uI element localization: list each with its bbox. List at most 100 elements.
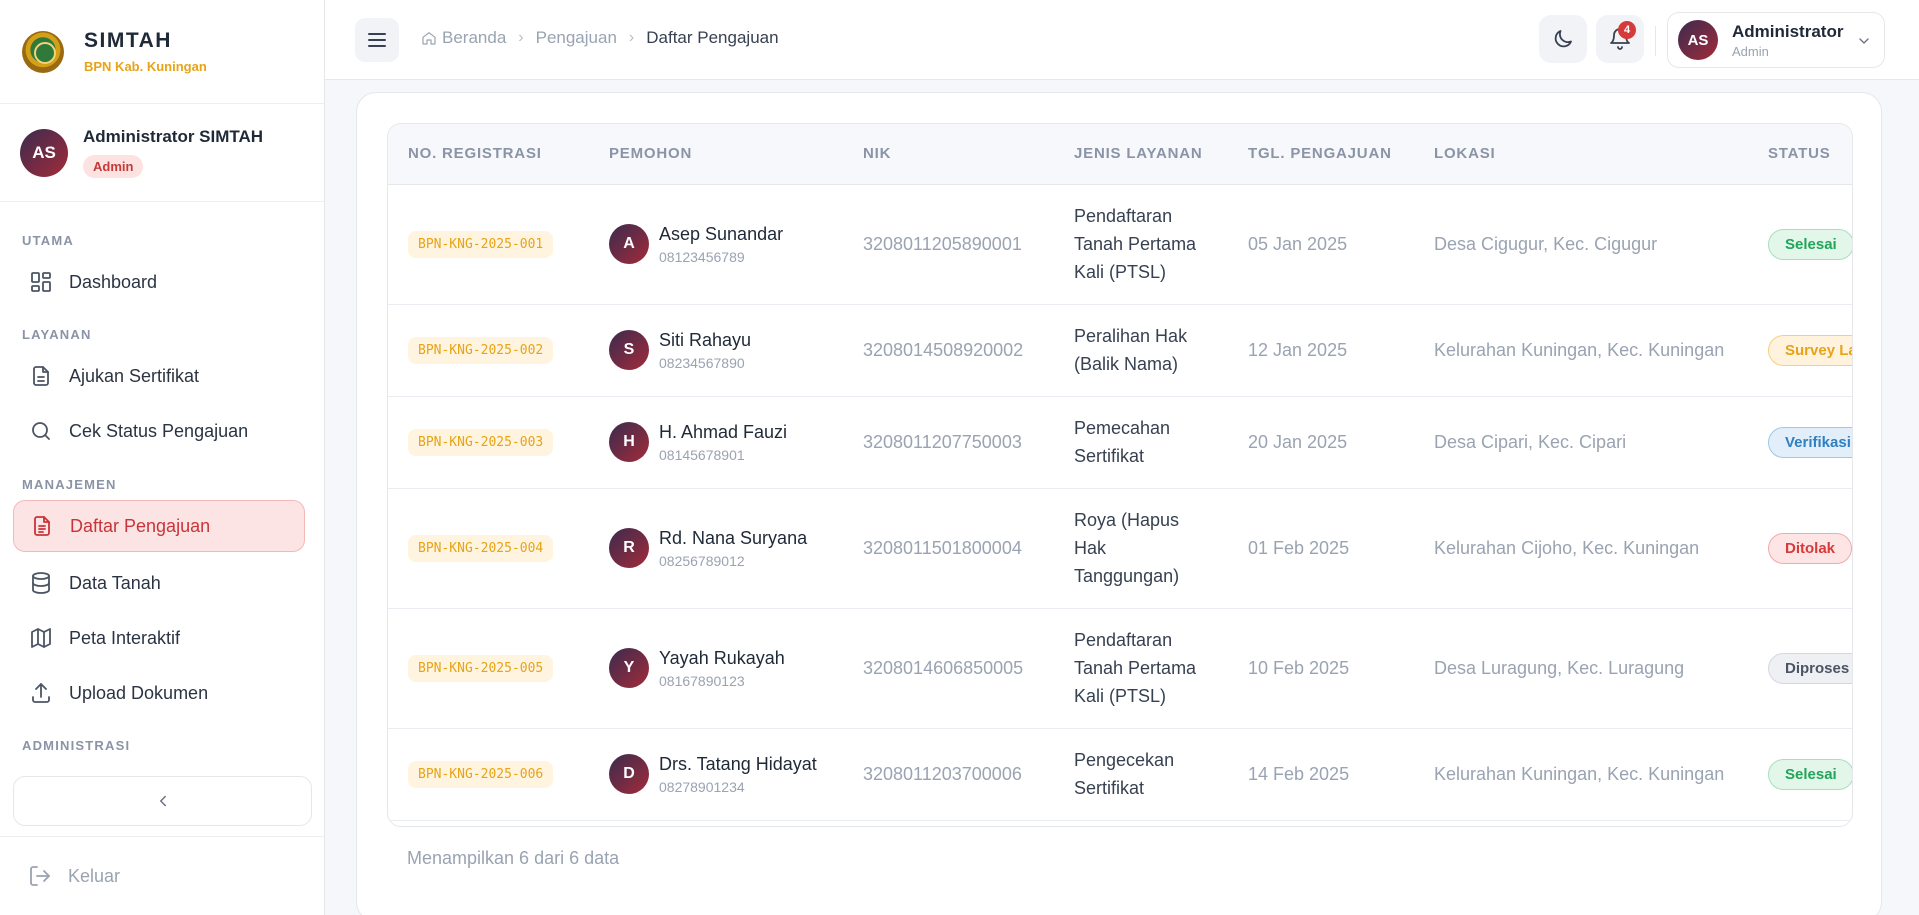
moon-icon: [1554, 30, 1572, 48]
nik: 3208011207750003: [843, 396, 1054, 489]
service-type: Pendaftaran Tanah Pertama Kali (PTSL): [1054, 608, 1228, 729]
breadcrumb-pengajuan[interactable]: Pengajuan: [536, 28, 617, 48]
sidebar-item-label: Cek Status Pengajuan: [69, 420, 249, 441]
logout-icon: [30, 866, 50, 886]
chevron-left-icon: [159, 795, 166, 807]
document-list-icon: [34, 516, 50, 536]
table-row[interactable]: BPN-KNG-2025-002 S Siti Rahayu 08234567890…: [388, 304, 1852, 397]
notification-badge: 4: [1618, 21, 1636, 39]
avatar: AS: [1678, 20, 1718, 60]
applicant: Y Yayah Rukayah 08167890123: [609, 648, 843, 689]
service-type: Pemecahan Sertifikat: [1054, 396, 1228, 489]
table-row[interactable]: BPN-KNG-2025-001 A Asep Sunandar 081234567…: [388, 184, 1852, 305]
location: Kelurahan Kuningan, Kec. Kuningan: [1414, 728, 1748, 821]
location: Kelurahan Cijoho, Kec. Kuningan: [1414, 488, 1748, 609]
sidebar-item-peta-interaktif[interactable]: Peta Interaktif: [13, 612, 305, 664]
brand: SIMTAH BPN Kab. Kuningan: [0, 0, 324, 104]
sidebar-item-label: Peta Interaktif: [69, 627, 181, 648]
user-menu-button[interactable]: AS Administrator Admin: [1667, 12, 1885, 68]
top-header: Beranda › Pengajuan › Daftar Pengajuan 4…: [325, 0, 1919, 80]
applicant-name: Yayah Rukayah: [659, 647, 785, 668]
notification-button[interactable]: 4: [1596, 15, 1644, 63]
breadcrumb-current: Daftar Pengajuan: [646, 28, 779, 47]
submission-date: 05 Jan 2025: [1228, 184, 1414, 305]
column-header[interactable]: STATUS: [1748, 124, 1852, 185]
status-badge: Selesai: [1768, 758, 1852, 790]
home-icon: [422, 32, 436, 45]
header-divider: [1655, 26, 1656, 56]
submission-date: 10 Feb 2025: [1228, 608, 1414, 729]
status-badge: Verifikasi: [1768, 426, 1852, 458]
applicant-phone: 08278901234: [659, 778, 745, 795]
sidebar-item-label: Ajukan Sertifikat: [69, 365, 200, 386]
service-type: Pendaftaran Tanah Pertama Kali (PTSL): [1054, 184, 1228, 305]
submission-date: 14 Feb 2025: [1228, 728, 1414, 821]
column-header[interactable]: LOKASI: [1414, 124, 1748, 185]
sidebar-item-daftar-pengajuan[interactable]: Daftar Pengajuan: [13, 500, 305, 552]
sidebar-item-label: Data Tanah: [69, 572, 161, 593]
database-icon: [32, 572, 50, 594]
nik: 3208014508920002: [843, 304, 1054, 397]
theme-toggle-button[interactable]: [1539, 15, 1587, 63]
collapse-sidebar-button[interactable]: [13, 776, 312, 826]
table-row[interactable]: BPN-KNG-2025-004 R Rd. Nana Suryana 082567…: [388, 488, 1852, 609]
registration-number: BPN-KNG-2025-002: [408, 336, 554, 364]
applicant-phone: 08145678901: [659, 446, 745, 463]
table-row[interactable]: BPN-KNG-2025-005 Y Yayah Rukayah 081678901…: [388, 608, 1852, 729]
sidebar-item-cek-status[interactable]: Cek Status Pengajuan: [13, 405, 305, 457]
applicant-phone: 08167890123: [659, 672, 745, 689]
applicant: H H. Ahmad Fauzi 08145678901: [609, 422, 843, 463]
avatar: R: [609, 528, 649, 568]
applicant: A Asep Sunandar 08123456789: [609, 224, 843, 265]
sidebar-item-ajukan-sertifikat[interactable]: Ajukan Sertifikat: [13, 350, 305, 402]
location: Kelurahan Kuningan, Kec. Kuningan: [1414, 304, 1748, 397]
status-badge: Selesai: [1768, 228, 1852, 260]
sidebar-item-label: Dashboard: [69, 271, 158, 292]
applicant: D Drs. Tatang Hidayat 08278901234: [609, 754, 843, 795]
table-summary: Menampilkan 6 dari 6 data: [407, 848, 620, 868]
table-row[interactable]: BPN-KNG-2025-003 H H. Ahmad Fauzi 08145678…: [388, 396, 1852, 489]
submissions-table-container: NO. REGISTRASI PEMOHON NIK JENIS LAYANAN…: [387, 123, 1853, 827]
role-badge: Admin: [83, 155, 144, 178]
chevron-down-icon: [1859, 38, 1869, 44]
sidebar-item-upload-dokumen[interactable]: Upload Dokumen: [13, 667, 305, 719]
avatar: AS: [20, 128, 68, 177]
logout-button[interactable]: Keluar: [0, 836, 324, 915]
avatar: H: [609, 422, 649, 462]
column-header[interactable]: NO. REGISTRASI: [388, 124, 589, 185]
service-type: Roya (Hapus Hak Tanggungan): [1054, 488, 1228, 609]
profile-name: Administrator SIMTAH: [83, 127, 264, 146]
sidebar-item-dashboard[interactable]: Dashboard: [13, 256, 305, 308]
nik: 3208014606850005: [843, 608, 1054, 729]
registration-number: BPN-KNG-2025-001: [408, 230, 554, 258]
submission-date: 20 Jan 2025: [1228, 396, 1414, 489]
status-badge: Ditolak: [1768, 532, 1852, 564]
column-header[interactable]: NIK: [843, 124, 1054, 185]
registration-number: BPN-KNG-2025-004: [408, 534, 554, 562]
applicant-name: H. Ahmad Fauzi: [659, 421, 788, 442]
sidebar: SIMTAH BPN Kab. Kuningan AS Administrato…: [0, 0, 325, 915]
user-name: Administrator: [1732, 21, 1844, 41]
menu-toggle-button[interactable]: [355, 18, 399, 62]
column-header[interactable]: TGL. PENGAJUAN: [1228, 124, 1414, 185]
table-row[interactable]: BPN-KNG-2025-006 D Drs. Tatang Hidayat 082…: [388, 728, 1852, 821]
registration-number: BPN-KNG-2025-003: [408, 428, 554, 456]
column-header[interactable]: PEMOHON: [589, 124, 843, 185]
breadcrumb-beranda[interactable]: Beranda: [442, 28, 506, 48]
location: Desa Luragung, Kec. Luragung: [1414, 608, 1748, 729]
location: Desa Cipari, Kec. Cipari: [1414, 396, 1748, 489]
brand-name: SIMTAH: [84, 29, 172, 52]
brand-subtitle: BPN Kab. Kuningan: [84, 59, 207, 74]
sidebar-item-data-tanah[interactable]: Data Tanah: [13, 557, 305, 609]
nav-section-utama: UTAMA: [22, 233, 74, 248]
column-header[interactable]: JENIS LAYANAN: [1054, 124, 1228, 185]
user-role: Admin: [1732, 43, 1769, 59]
applicant-phone: 08234567890: [659, 354, 745, 371]
grid-icon: [31, 272, 51, 292]
nik: 3208011501800004: [843, 488, 1054, 609]
applicant-name: Asep Sunandar: [659, 223, 784, 244]
applicant-phone: 08123456789: [659, 248, 745, 265]
document-icon: [33, 366, 49, 386]
submissions-table: NO. REGISTRASI PEMOHON NIK JENIS LAYANAN…: [388, 124, 1852, 821]
nik: 3208011203700006: [843, 728, 1054, 821]
